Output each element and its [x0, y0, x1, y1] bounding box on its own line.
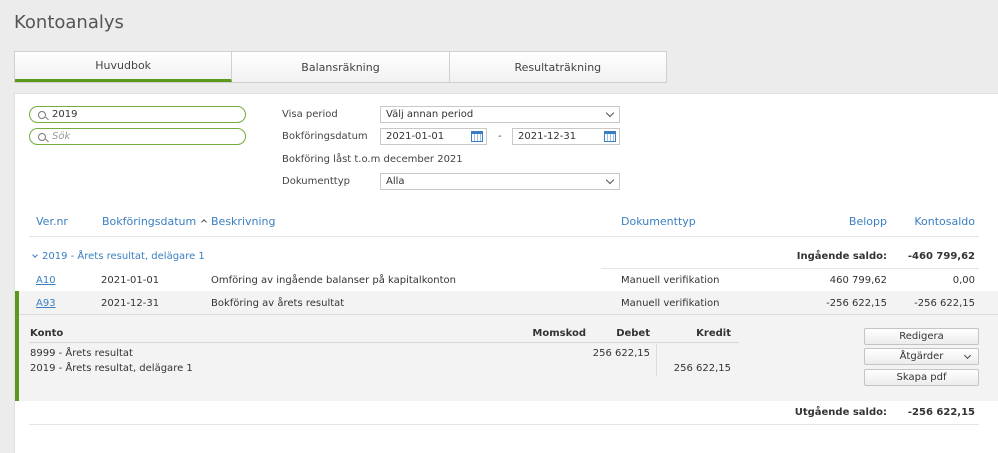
- group-toggle[interactable]: 2019 - Årets resultat, delägare 1: [32, 251, 205, 262]
- detail-header-kredit: Kredit: [696, 328, 731, 339]
- search-input-year[interactable]: 2019: [29, 106, 246, 123]
- row-doctype: Manuell verifikation: [621, 298, 720, 309]
- tab-resultatrakning[interactable]: Resultaträkning: [449, 52, 666, 82]
- divider: [29, 424, 979, 425]
- detail-header-konto: Konto: [30, 328, 64, 339]
- row-description: Bokföring av årets resultat: [211, 298, 345, 309]
- row-belopp: 460 799,62: [829, 275, 887, 286]
- chevron-down-icon: [963, 351, 972, 360]
- detail-header-debet: Debet: [616, 328, 650, 339]
- chevron-down-icon: [605, 108, 615, 118]
- row-saldo: -256 622,15: [914, 298, 975, 309]
- utgaende-saldo-value: -256 622,15: [907, 407, 975, 418]
- divider: [19, 314, 998, 315]
- search-icon: [38, 132, 46, 141]
- sort-up-icon: [201, 219, 208, 225]
- divider: [601, 268, 979, 269]
- divider: [656, 344, 657, 376]
- skapa-pdf-button[interactable]: Skapa pdf: [864, 369, 979, 386]
- main-panel: 2019 Sök Visa period Välj annan period B…: [14, 93, 998, 453]
- search-value: 2019: [52, 109, 78, 120]
- bokforingsdatum-label: Bokföringsdatum: [282, 131, 368, 142]
- detail-konto: 8999 - Årets resultat: [30, 348, 133, 359]
- row-date: 2021-12-31: [101, 298, 160, 309]
- column-header-bokforingsdatum-label: Bokföringsdatum: [102, 215, 197, 228]
- column-header-kontosaldo[interactable]: Kontosaldo: [914, 215, 975, 228]
- dokumenttyp-label: Dokumenttyp: [282, 176, 350, 187]
- search-icon: [38, 110, 46, 119]
- lock-note: Bokföring låst t.o.m december 2021: [282, 154, 463, 165]
- visa-period-label: Visa period: [282, 109, 338, 120]
- search-placeholder: Sök: [52, 131, 71, 142]
- date-to-value: 2021-12-31: [518, 131, 577, 142]
- visa-period-value: Välj annan period: [386, 109, 474, 120]
- visa-period-select[interactable]: Välj annan period: [380, 106, 620, 123]
- column-header-belopp[interactable]: Belopp: [849, 215, 887, 228]
- column-header-beskrivning[interactable]: Beskrivning: [211, 215, 276, 228]
- calendar-icon[interactable]: [604, 131, 616, 142]
- vernr-link[interactable]: A93: [36, 298, 56, 309]
- row-belopp: -256 622,15: [826, 298, 887, 309]
- date-from-value: 2021-01-01: [386, 131, 445, 142]
- divider: [29, 342, 739, 343]
- chevron-down-icon: [32, 252, 38, 258]
- calendar-icon[interactable]: [471, 131, 483, 142]
- date-separator: -: [498, 131, 502, 142]
- detail-debet: 256 622,15: [592, 348, 650, 359]
- page-title: Kontoanalys: [14, 12, 124, 33]
- ingaende-saldo-label: Ingående saldo:: [796, 251, 887, 262]
- column-header-dokumenttyp[interactable]: Dokumenttyp: [621, 215, 696, 228]
- row-description: Omföring av ingående balanser på kapital…: [211, 275, 456, 286]
- tab-bar: Huvudbok Balansräkning Resultaträkning: [14, 51, 667, 83]
- detail-konto: 2019 - Årets resultat, delägare 1: [30, 363, 193, 374]
- group-label: 2019 - Årets resultat, delägare 1: [42, 251, 205, 262]
- row-saldo: 0,00: [952, 275, 975, 286]
- row-date: 2021-01-01: [101, 275, 160, 286]
- ingaende-saldo-value: -460 799,62: [907, 251, 975, 262]
- tab-huvudbok[interactable]: Huvudbok: [15, 52, 233, 82]
- dokumenttyp-select[interactable]: Alla: [380, 173, 620, 190]
- tab-balansrakning[interactable]: Balansräkning: [232, 52, 450, 82]
- date-to-input[interactable]: 2021-12-31: [512, 128, 620, 145]
- column-header-bokforingsdatum[interactable]: Bokföringsdatum: [102, 215, 208, 228]
- detail-kredit: 256 622,15: [673, 363, 731, 374]
- utgaende-saldo-label: Utgående saldo:: [794, 407, 887, 418]
- search-input[interactable]: Sök: [29, 128, 246, 145]
- divider: [29, 236, 979, 237]
- column-header-vernr[interactable]: Ver.nr: [36, 215, 68, 228]
- row-doctype: Manuell verifikation: [621, 275, 720, 286]
- date-from-input[interactable]: 2021-01-01: [380, 128, 487, 145]
- atgarder-button[interactable]: Åtgärder: [864, 348, 979, 365]
- detail-header-momskod: Momskod: [532, 328, 586, 339]
- redigera-button[interactable]: Redigera: [864, 328, 979, 345]
- vernr-link[interactable]: A10: [36, 275, 56, 286]
- atgarder-label: Åtgärder: [899, 351, 944, 362]
- dokumenttyp-value: Alla: [386, 176, 405, 187]
- chevron-down-icon: [605, 175, 615, 185]
